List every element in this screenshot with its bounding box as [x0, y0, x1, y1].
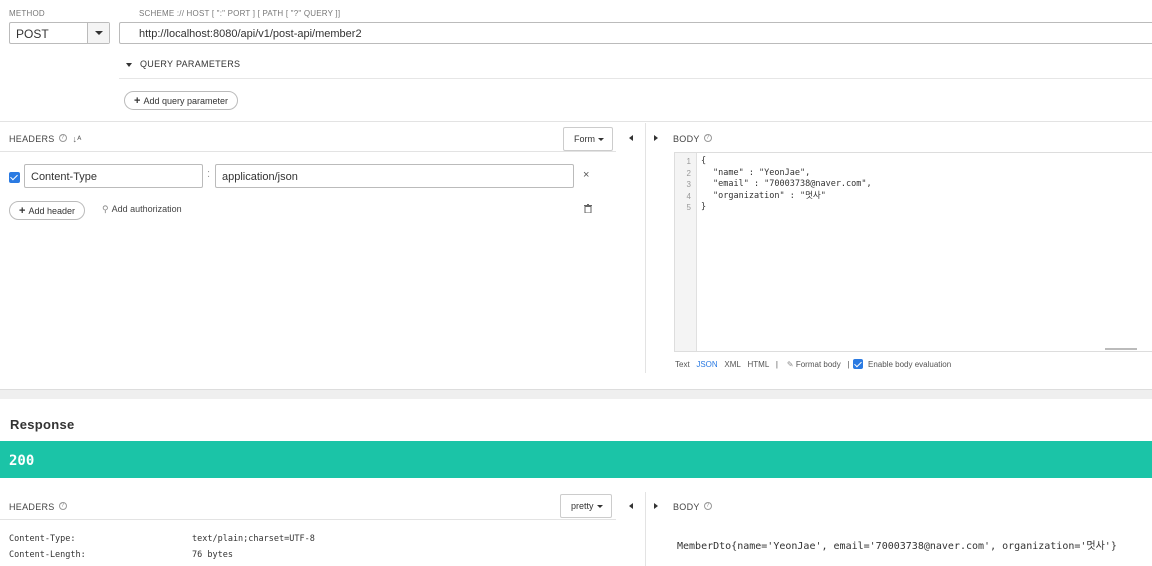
line-number-gutter: 1 2 3 4 5	[675, 153, 697, 351]
help-icon[interactable]: ?	[58, 134, 67, 142]
header-enabled-checkbox[interactable]	[9, 172, 20, 183]
add-query-parameter-label: Add query parameter	[143, 96, 228, 106]
response-header-value: 76 bytes	[192, 550, 233, 560]
url-input[interactable]: http://localhost:8080/api/v1/post-api/me…	[119, 22, 1152, 44]
body-heading: BODY?	[673, 134, 712, 144]
collapse-left-icon[interactable]	[629, 503, 633, 509]
header-name-value: Content-Type	[31, 171, 98, 183]
request-panel: METHOD SCHEME :// HOST [ ":" PORT ] [ PA…	[0, 0, 1152, 389]
header-separator: :	[207, 168, 211, 180]
body-label: BODY	[673, 134, 700, 144]
divider	[0, 151, 616, 152]
header-value-value: application/json	[222, 171, 298, 183]
response-body-text: MemberDto{name='YeonJae', email='7000373…	[677, 541, 1117, 552]
line-number: 5	[686, 203, 691, 212]
divider	[0, 121, 1152, 122]
wand-icon: ✎	[786, 360, 794, 369]
response-header-name: Content-Length:	[9, 550, 86, 560]
code-line: "name" : "YeonJae",	[713, 167, 811, 178]
help-icon[interactable]: ?	[703, 502, 712, 510]
status-code: 200	[9, 453, 35, 469]
code-line: {	[701, 156, 707, 166]
response-header-name: Content-Type:	[9, 534, 76, 544]
plus-icon: +	[134, 95, 141, 107]
add-query-parameter-button[interactable]: + Add query parameter	[124, 91, 238, 110]
body-editor[interactable]: 1 2 3 4 5 { "name" : "YeonJae", "email" …	[674, 152, 1152, 352]
pretty-label: pretty	[571, 501, 594, 511]
code-line: "organization" : "멋사"	[713, 190, 826, 201]
format-body-button[interactable]: Format body	[796, 360, 841, 369]
plus-icon: +	[19, 205, 26, 217]
trash-icon[interactable]	[584, 204, 592, 214]
horizontal-scrollbar[interactable]	[1105, 348, 1137, 350]
header-value-input[interactable]: application/json	[215, 164, 574, 188]
method-label: METHOD	[9, 9, 45, 18]
collapse-left-icon[interactable]	[629, 135, 633, 141]
query-parameters-toggle[interactable]: QUERY PARAMETERS	[126, 59, 240, 69]
format-json-option[interactable]: JSON	[696, 360, 717, 369]
response-title: Response	[10, 417, 75, 432]
add-header-label: Add header	[28, 206, 75, 216]
method-value: POST	[16, 27, 49, 41]
caret-down-icon	[596, 505, 603, 509]
divider	[119, 78, 1152, 79]
status-bar: 200	[0, 441, 1152, 478]
code-line: }	[701, 202, 707, 212]
body-format-bar: Text JSON XML HTML | ✎ Format body |	[675, 360, 857, 369]
response-body-heading: BODY?	[673, 502, 712, 512]
response-header-value: text/plain;charset=UTF-8	[192, 534, 315, 544]
headers-heading: HEADERS? ↓ᴬ	[9, 134, 82, 144]
add-authorization-link[interactable]: ⚲ Add authorization	[102, 204, 182, 215]
line-number: 1	[686, 157, 691, 166]
help-icon[interactable]: ?	[58, 502, 67, 510]
caret-down-icon	[126, 62, 132, 67]
response-headers-label: HEADERS	[9, 502, 55, 512]
code-content[interactable]: { "name" : "YeonJae", "email" : "7000373…	[701, 156, 872, 214]
response-body-label: BODY	[673, 502, 700, 512]
divider	[645, 123, 646, 373]
divider	[645, 492, 646, 566]
sort-icon[interactable]: ↓ᴬ	[72, 134, 81, 144]
divider	[0, 519, 616, 520]
add-authorization-label: Add authorization	[111, 204, 182, 214]
query-parameters-label: QUERY PARAMETERS	[140, 59, 241, 69]
url-value: http://localhost:8080/api/v1/post-api/me…	[139, 28, 362, 40]
help-icon[interactable]: ?	[703, 134, 712, 142]
line-number: 3	[686, 180, 691, 189]
format-text-option[interactable]: Text	[675, 360, 690, 369]
header-name-input[interactable]: Content-Type	[24, 164, 203, 188]
line-number: 4	[686, 191, 691, 201]
format-html-option[interactable]: HTML	[747, 360, 769, 369]
headers-label: HEADERS	[9, 134, 55, 144]
method-select[interactable]: POST	[9, 22, 110, 44]
url-label: SCHEME :// HOST [ ":" PORT ] [ PATH [ "?…	[139, 9, 341, 18]
code-line: "email" : "70003738@naver.com",	[713, 179, 872, 189]
form-dropdown-button[interactable]: Form	[563, 127, 613, 151]
close-icon[interactable]: ×	[583, 169, 589, 181]
enable-body-evaluation-checkbox[interactable]	[853, 359, 863, 369]
form-label: Form	[574, 134, 595, 144]
expand-right-icon[interactable]	[654, 135, 658, 141]
pretty-dropdown-button[interactable]: pretty	[560, 494, 612, 518]
caret-down-icon	[598, 138, 604, 142]
add-header-button[interactable]: + Add header	[9, 201, 85, 220]
key-icon: ⚲	[102, 204, 109, 214]
enable-body-evaluation-label: Enable body evaluation	[868, 360, 952, 369]
response-headers-heading: HEADERS?	[9, 502, 67, 512]
section-separator	[0, 389, 1152, 399]
expand-right-icon[interactable]	[654, 503, 658, 509]
format-xml-option[interactable]: XML	[724, 360, 740, 369]
line-number: 2	[686, 168, 691, 178]
chevron-down-icon[interactable]	[87, 23, 109, 43]
